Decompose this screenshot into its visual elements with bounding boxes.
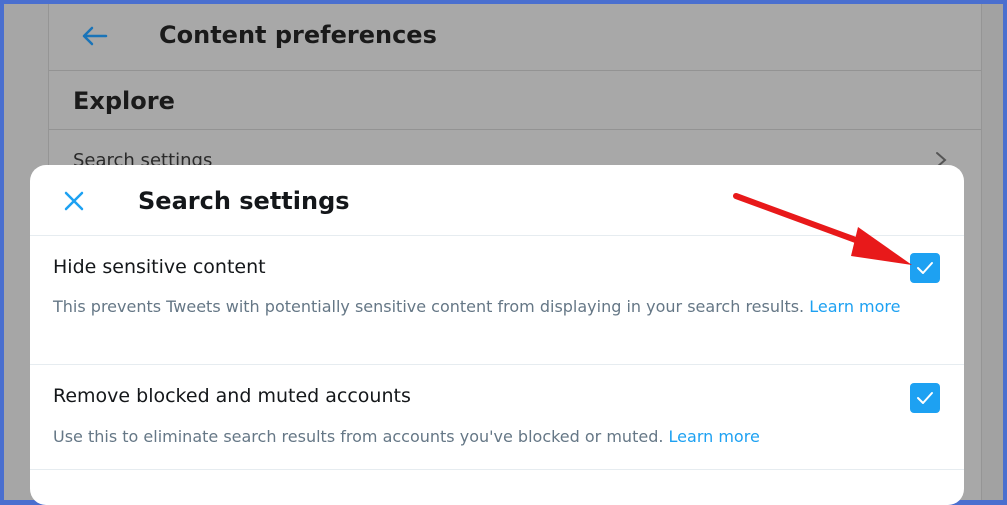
description-text: Use this to eliminate search results fro… — [53, 427, 664, 446]
close-icon[interactable] — [60, 187, 88, 215]
section-title: Explore — [73, 87, 175, 115]
setting-description: This prevents Tweets with potentially se… — [53, 293, 943, 321]
explore-section-header: Explore — [49, 71, 981, 130]
hide-sensitive-checkbox[interactable] — [910, 253, 940, 283]
setting-description: Use this to eliminate search results fro… — [53, 423, 943, 451]
remove-blocked-checkbox[interactable] — [910, 383, 940, 413]
learn-more-link[interactable]: Learn more — [809, 297, 900, 316]
content-preferences-header: Content preferences — [49, 4, 981, 71]
arrow-left-icon[interactable] — [79, 22, 109, 50]
setting-label: Hide sensitive content — [53, 256, 266, 278]
setting-remove-blocked-muted: Remove blocked and muted accounts Use th… — [30, 365, 964, 470]
modal-title: Search settings — [138, 187, 350, 215]
modal-header: Search settings — [30, 165, 964, 236]
learn-more-link[interactable]: Learn more — [669, 427, 760, 446]
description-text: This prevents Tweets with potentially se… — [53, 297, 805, 316]
right-strip — [982, 4, 1003, 500]
search-settings-modal: Search settings Hide sensitive content T… — [30, 165, 964, 505]
checkmark-icon — [917, 392, 933, 404]
page-title: Content preferences — [159, 21, 437, 49]
checkmark-icon — [917, 262, 933, 274]
setting-label: Remove blocked and muted accounts — [53, 385, 411, 407]
setting-hide-sensitive-content: Hide sensitive content This prevents Twe… — [30, 236, 964, 365]
